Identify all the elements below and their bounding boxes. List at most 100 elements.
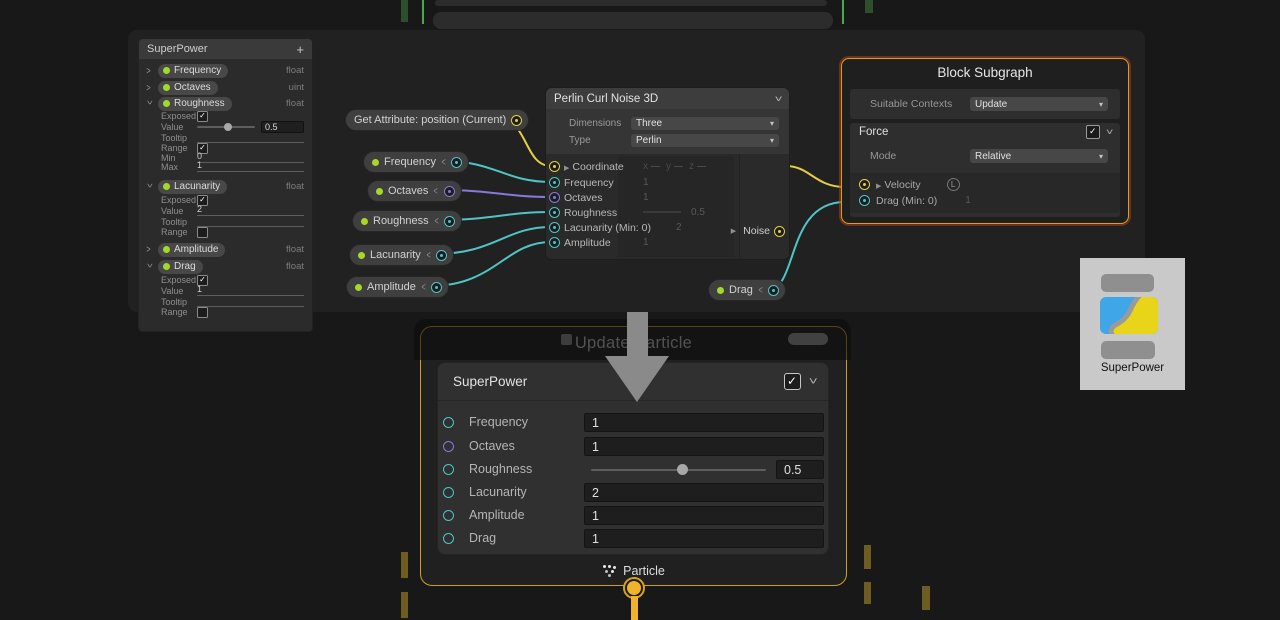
block-row-drag: Drag 1 [438,529,828,548]
dimensions-dropdown[interactable]: Three ▾ [631,117,779,130]
collapse-icon[interactable]: < [434,215,438,227]
param-node-octaves[interactable]: Octaves < [367,180,462,202]
asset-icon-top-bar [1101,274,1154,292]
expander-icon[interactable]: > [144,100,156,106]
input-port[interactable] [443,417,454,428]
roughness-field[interactable]: 0.5 [776,460,824,479]
velocity-port[interactable] [859,179,870,190]
property-pill-frequency[interactable]: Frequency [158,64,228,78]
max-field[interactable]: 1 [197,161,304,172]
input-port[interactable] [549,161,560,172]
property-pill-lacunarity[interactable]: Lacunarity [158,180,227,194]
expand-icon[interactable]: ▶ [564,165,569,172]
mode-dropdown[interactable]: Relative ▾ [970,149,1108,163]
particle-flow-port[interactable] [627,581,641,595]
input-port[interactable] [549,222,560,233]
suitable-contexts-dropdown[interactable]: Update ▾ [970,97,1108,111]
value-slider[interactable] [197,126,255,128]
param-node-drag[interactable]: Drag < [708,279,786,301]
octaves-field[interactable]: 1 [584,437,824,456]
block-enabled-checkbox[interactable]: ✓ [784,373,801,390]
range-label: Range [161,307,197,317]
block-subgraph-panel[interactable]: Block Subgraph Suitable Contexts Update … [841,58,1129,224]
local-space-badge[interactable]: L [947,178,960,191]
roughness-slider-handle[interactable] [677,464,688,475]
property-row-lacunarity[interactable]: > Lacunarity float [146,179,304,194]
chevron-down-icon[interactable]: ˅ [774,94,782,104]
lacunarity-field[interactable]: 2 [584,483,824,502]
output-port[interactable] [768,285,779,296]
input-port[interactable] [443,464,454,475]
output-port[interactable] [431,282,442,293]
force-block[interactable]: Force ✓ ˅ Mode Relative ▾ ▶Velocity L [850,123,1120,217]
value-field[interactable]: 2 [197,205,304,216]
value-field[interactable]: 0.5 [261,121,304,133]
collapse-icon[interactable]: < [434,185,438,197]
tooltip-field[interactable] [197,132,304,143]
tooltip-field[interactable] [197,216,304,227]
output-port[interactable] [451,157,462,168]
property-pill-roughness[interactable]: Roughness [158,97,232,111]
expander-icon[interactable]: > [146,65,152,77]
property-row-amplitude[interactable]: > Amplitude float [146,242,304,257]
input-port[interactable] [549,192,560,203]
param-node-roughness[interactable]: Roughness < [352,210,462,232]
collapse-icon[interactable]: < [421,281,425,293]
param-node-lacunarity[interactable]: Lacunarity < [349,244,454,266]
input-port[interactable] [549,177,560,188]
collapse-icon[interactable]: < [442,156,446,168]
amplitude-field[interactable]: 1 [584,506,824,525]
property-row-drag[interactable]: > Drag float [146,259,304,274]
force-enabled-checkbox[interactable]: ✓ [1086,125,1100,139]
collapse-icon[interactable]: < [426,249,430,261]
chevron-down-icon[interactable]: ˅ [808,376,817,388]
input-port[interactable] [443,510,454,521]
get-attribute-node[interactable]: Get Attribute: position (Current) [345,109,529,131]
input-port[interactable] [443,533,454,544]
expander-icon[interactable]: > [146,244,152,256]
range-checkbox[interactable] [197,227,208,238]
range-checkbox[interactable] [197,307,208,318]
output-port[interactable] [444,186,455,197]
exposed-dot-icon [163,67,170,74]
property-pill-octaves[interactable]: Octaves [158,81,218,95]
superpower-asset-tile[interactable]: SuperPower [1080,258,1185,390]
property-row-frequency[interactable]: > Frequency float [146,63,304,78]
property-row-roughness[interactable]: > Roughness float [146,96,304,111]
param-node-amplitude[interactable]: Amplitude < [346,276,449,298]
tooltip-label: Tooltip [161,217,197,227]
collapse-icon[interactable]: < [758,284,762,296]
node-header: Perlin Curl Noise 3D ˅ [546,88,789,109]
value-field[interactable]: 1 [197,285,304,296]
slider-handle[interactable] [224,123,232,131]
frequency-field[interactable]: 1 [584,413,824,432]
property-row-octaves[interactable]: > Octaves uint [146,80,304,95]
output-port[interactable] [511,115,522,126]
input-port[interactable] [443,487,454,498]
perlin-curl-noise-node[interactable]: Perlin Curl Noise 3D ˅ Dimensions Three … [545,87,790,260]
input-port[interactable] [549,237,560,248]
property-pill-amplitude[interactable]: Amplitude [158,243,225,257]
expander-icon[interactable]: > [146,82,152,94]
drag-port[interactable] [859,195,870,206]
drag-value: 1 [965,195,971,206]
param-label: Roughness [373,215,429,227]
drag-field[interactable]: 1 [584,529,824,548]
chevron-down-icon[interactable]: ˅ [1106,127,1113,137]
expander-icon[interactable]: > [144,263,156,269]
expander-icon[interactable]: > [144,183,156,189]
arrow-shaft [627,312,648,357]
input-port[interactable] [549,207,560,218]
input-port[interactable] [443,441,454,452]
io-divider [739,154,740,259]
param-node-frequency[interactable]: Frequency < [363,151,469,173]
exposed-checkbox[interactable]: ✓ [197,111,208,122]
output-port[interactable] [444,216,455,227]
output-port[interactable] [774,226,785,237]
param-label: Amplitude [367,281,416,293]
add-property-button[interactable]: + [296,42,304,57]
property-pill-drag[interactable]: Drag [158,260,203,274]
tooltip-field[interactable] [197,296,304,307]
output-port[interactable] [436,250,447,261]
type-dropdown[interactable]: Perlin ▾ [631,134,779,147]
